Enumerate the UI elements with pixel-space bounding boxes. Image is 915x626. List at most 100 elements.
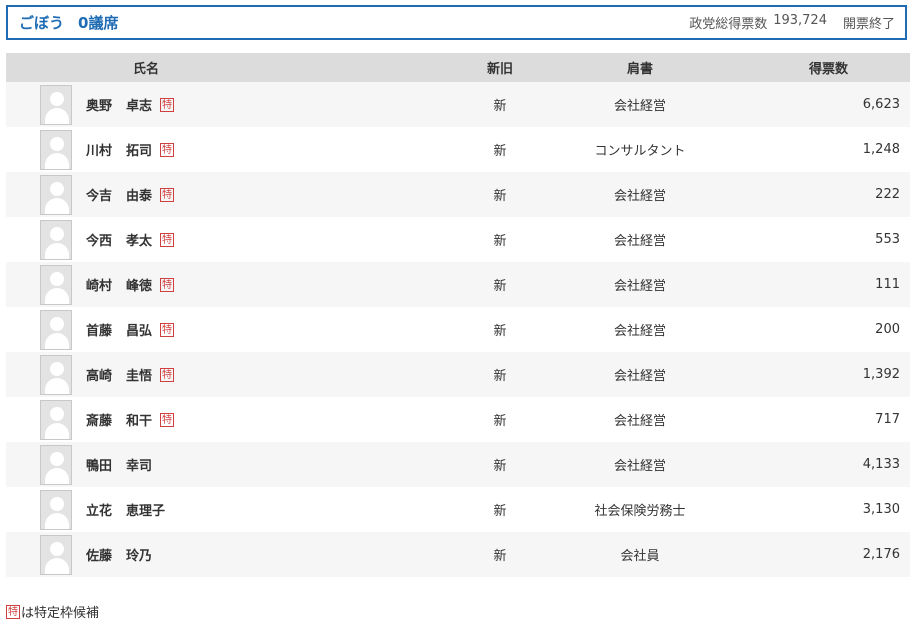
candidate-votes: 3,130 xyxy=(862,502,900,517)
candidate-status: 新 xyxy=(493,324,507,339)
candidate-votes: 1,392 xyxy=(862,367,900,382)
candidate-status: 新 xyxy=(493,99,507,114)
candidate-given-name: 昌弘 xyxy=(126,324,153,339)
candidate-votes: 2,176 xyxy=(862,547,900,562)
candidate-surname: 鴨田 xyxy=(86,459,113,474)
avatar-placeholder-icon xyxy=(40,129,72,170)
candidate-surname: 川村 xyxy=(86,144,113,159)
table-row: 佐藤 玲乃 新 会社員 2,176 xyxy=(6,532,910,577)
candidate-title: 社会保険労務士 xyxy=(594,504,686,519)
candidate-name: 斎藤 和干特 xyxy=(86,410,175,429)
avatar-placeholder-icon xyxy=(40,399,72,440)
candidate-surname: 今吉 xyxy=(86,189,113,204)
candidate-votes: 553 xyxy=(875,232,900,247)
avatar-placeholder-icon xyxy=(40,309,72,350)
candidate-surname: 立花 xyxy=(86,504,113,519)
candidate-votes: 6,623 xyxy=(862,97,900,112)
special-slot-badge: 特 xyxy=(160,367,175,382)
table-row: 斎藤 和干特 新 会社経営 717 xyxy=(6,397,910,442)
candidate-status: 新 xyxy=(493,279,507,294)
special-slot-badge: 特 xyxy=(6,604,20,619)
table-body: 奥野 卓志特新会社経営 6,623 川村 拓司特新コンサルタント 1,248 今吉 由泰特新会… xyxy=(6,82,910,577)
candidate-title: コンサルタント xyxy=(594,144,686,159)
party-name: ごぼう xyxy=(19,14,65,32)
candidate-title: 会社経営 xyxy=(613,279,666,294)
table-row: 今吉 由泰特 新 会社経営 222 xyxy=(6,172,910,217)
candidate-status: 新 xyxy=(493,414,507,429)
candidate-title: 会社経営 xyxy=(613,234,666,249)
special-slot-badge: 特 xyxy=(160,277,175,292)
avatar-placeholder-icon xyxy=(40,264,72,305)
party-votes-label: 政党総得票数 xyxy=(689,17,768,32)
candidate-surname: 今西 xyxy=(86,234,113,249)
count-status: 開票終了 xyxy=(842,17,895,32)
candidate-status: 新 xyxy=(493,234,507,249)
candidate-votes: 111 xyxy=(875,277,900,292)
table-row: 鴨田 幸司 新 会社経営 4,133 xyxy=(6,442,910,487)
avatar-placeholder-icon xyxy=(40,444,72,485)
candidate-given-name: 恵理子 xyxy=(126,504,166,519)
table-row: 立花 恵理子 新 社会保険労務士 3,130 xyxy=(6,487,910,532)
avatar-placeholder-icon xyxy=(40,174,72,215)
table-row: 崎村 峰徳特 新 会社経営 111 xyxy=(6,262,910,307)
candidate-title: 会社経営 xyxy=(613,324,666,339)
candidate-surname: 奥野 xyxy=(86,99,113,114)
avatar-placeholder-icon xyxy=(40,534,72,575)
candidate-title: 会社員 xyxy=(620,549,660,564)
candidate-title: 会社経営 xyxy=(613,414,666,429)
party-votes-value: 193,724 xyxy=(773,13,827,28)
candidate-surname: 首藤 xyxy=(86,324,113,339)
candidate-surname: 高崎 xyxy=(86,369,113,384)
candidate-given-name: 圭悟 xyxy=(126,369,153,384)
candidate-name: 崎村 峰徳特 xyxy=(86,275,175,294)
party-seats: 0議席 xyxy=(78,14,119,32)
candidate-votes: 1,248 xyxy=(862,142,900,157)
candidate-title: 会社経営 xyxy=(613,99,666,114)
special-slot-badge: 特 xyxy=(160,187,175,202)
header-status: 新旧 xyxy=(486,62,513,77)
candidate-given-name: 幸司 xyxy=(126,459,153,474)
candidate-votes: 200 xyxy=(875,322,900,337)
candidate-table: 氏名 新旧 肩書 得票数 奥野 卓志特新会社経営 6,623 川村 拓司特新コンサルタン… xyxy=(6,53,910,577)
candidate-status: 新 xyxy=(493,144,507,159)
candidate-votes: 4,133 xyxy=(862,457,900,472)
candidate-given-name: 由泰 xyxy=(126,189,153,204)
table-row: 今西 孝太特 新 会社経営 553 xyxy=(6,217,910,262)
avatar-placeholder-icon xyxy=(40,219,72,260)
candidate-given-name: 拓司 xyxy=(126,144,153,159)
candidate-surname: 崎村 xyxy=(86,279,113,294)
candidate-name: 首藤 昌弘特 xyxy=(86,320,175,339)
candidate-status: 新 xyxy=(493,504,507,519)
party-summary: 政党総得票数 193,724 開票終了 xyxy=(689,13,905,32)
candidate-status: 新 xyxy=(493,459,507,474)
candidate-votes: 222 xyxy=(875,187,900,202)
table-row: 川村 拓司特 新 コンサルタント 1,248 xyxy=(6,127,910,172)
candidate-name: 川村 拓司特 xyxy=(86,140,175,159)
candidate-surname: 斎藤 xyxy=(86,414,113,429)
header-votes: 得票数 xyxy=(808,62,848,77)
candidate-surname: 佐藤 xyxy=(86,549,113,564)
candidate-status: 新 xyxy=(493,549,507,564)
avatar-placeholder-icon xyxy=(40,84,72,125)
candidate-given-name: 孝太 xyxy=(126,234,153,249)
party-header: ごぼう 0議席 政党総得票数 193,724 開票終了 xyxy=(6,5,907,40)
candidate-title: 会社経営 xyxy=(613,189,666,204)
footnote: 特 は特定枠候補 xyxy=(6,602,99,621)
candidate-given-name: 卓志 xyxy=(126,99,153,114)
candidate-votes: 717 xyxy=(875,412,900,427)
party-total-votes: 政党総得票数 193,724 xyxy=(689,13,827,32)
candidate-status: 新 xyxy=(493,189,507,204)
avatar-placeholder-icon xyxy=(40,354,72,395)
candidate-given-name: 和干 xyxy=(126,414,153,429)
table-row: 首藤 昌弘特 新 会社経営 200 xyxy=(6,307,910,352)
candidate-given-name: 峰徳 xyxy=(126,279,153,294)
table-row: 高崎 圭悟特 新 会社経営 1,392 xyxy=(6,352,910,397)
candidate-title: 会社経営 xyxy=(613,369,666,384)
special-slot-badge: 特 xyxy=(160,322,175,337)
candidate-name: 佐藤 玲乃 xyxy=(86,545,152,564)
footnote-text: は特定枠候補 xyxy=(21,606,100,621)
candidate-status: 新 xyxy=(493,369,507,384)
avatar-placeholder-icon xyxy=(40,489,72,530)
special-slot-badge: 特 xyxy=(160,412,175,427)
header-name: 氏名 xyxy=(133,62,160,77)
